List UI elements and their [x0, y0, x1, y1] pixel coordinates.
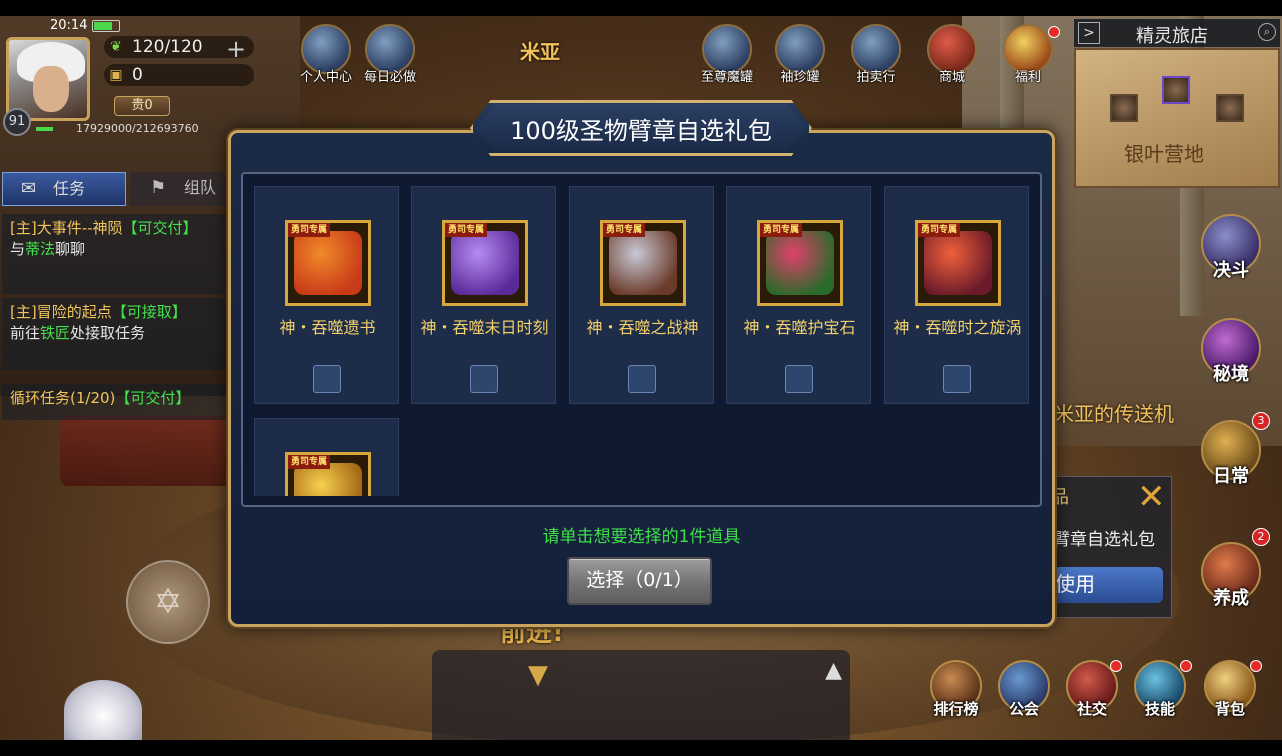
- minimap-title: 精灵旅店: [1136, 26, 1208, 47]
- item-obtained-notice: 品 ✕ 臂章自选礼包 使用: [1040, 476, 1172, 618]
- top-menu-personal-center[interactable]: 个人中心: [296, 24, 356, 85]
- bottom-letterbox: [0, 740, 1282, 756]
- select-button[interactable]: 选择（0/1）: [567, 557, 712, 605]
- vortex-crystal-icon: 勇司专属: [915, 220, 1001, 306]
- item-exclusive-tag: 勇司专属: [445, 223, 488, 237]
- minimap-header: > 精灵旅店 ⌕: [1074, 19, 1280, 47]
- side-menu-growth[interactable]: 养成: [1196, 542, 1266, 610]
- joystick[interactable]: ✡: [126, 560, 210, 644]
- gem-icon: 勇司专属: [757, 220, 843, 306]
- item-art: [766, 231, 834, 295]
- clock: 20:14: [50, 18, 88, 33]
- noble-rank-badge[interactable]: 贵0: [114, 96, 170, 116]
- item-name: 神・吞噬时之旋涡: [893, 318, 1022, 337]
- item-card[interactable]: 勇司专属 神・吞噬护宝石: [726, 186, 871, 404]
- npc-marker[interactable]: [1216, 94, 1244, 122]
- task-item[interactable]: 循环任务(1/20)【可交付】: [2, 384, 228, 420]
- close-icon[interactable]: ✕: [1137, 477, 1166, 517]
- flag-icon: ⚑: [150, 177, 167, 198]
- item-name: 神・吞噬末日时刻: [420, 318, 549, 337]
- side-menu-duel[interactable]: 决斗: [1196, 214, 1266, 282]
- task-item[interactable]: [主]冒险的起点【可接取】 前往铁匠处接取任务: [2, 298, 228, 370]
- top-menu-shop[interactable]: 商城: [922, 24, 982, 85]
- daily-badge: 3: [1252, 412, 1270, 430]
- coupon-icon: ▣: [109, 67, 123, 83]
- minimap-place-name: 银叶营地: [1124, 142, 1204, 166]
- item-exclusive-tag: 勇司专属: [918, 223, 961, 237]
- item-name: 神・吞噬遗书: [279, 318, 376, 337]
- item-exclusive-tag: 勇司专属: [760, 223, 803, 237]
- dialog-title: 100级圣物臂章自选礼包: [510, 117, 772, 145]
- top-menu-auction[interactable]: 拍卖行: [846, 24, 906, 85]
- stamina-value: 120/120: [132, 37, 203, 57]
- currency-value: 0: [132, 65, 143, 85]
- golden-relic-icon: 勇司专属: [285, 452, 371, 496]
- item-name: 神・吞噬护宝石: [743, 318, 856, 337]
- book-icon: 勇司专属: [285, 220, 371, 306]
- currency-bar: ▣ 0: [104, 64, 254, 86]
- axe-icon: 勇司专属: [600, 220, 686, 306]
- battery-icon: [92, 20, 120, 32]
- item-exclusive-tag: 勇司专属: [603, 223, 646, 237]
- exp-bar-fill: [36, 127, 53, 131]
- side-menu-daily[interactable]: 日常: [1196, 420, 1266, 488]
- map-name: 米亚: [520, 40, 560, 64]
- expand-arrow-icon[interactable]: >: [1078, 22, 1100, 44]
- item-name: 神・吞噬之战神: [586, 318, 699, 337]
- side-menu-secret-realm[interactable]: 秘境: [1196, 318, 1266, 386]
- notice-item-name: 臂章自选礼包: [1053, 530, 1155, 550]
- exp-value: 17929000/212693760: [76, 122, 199, 135]
- item-checkbox[interactable]: [943, 365, 971, 393]
- item-checkbox[interactable]: [628, 365, 656, 393]
- minimap[interactable]: 银叶营地: [1074, 48, 1280, 188]
- bottom-menu-ranking[interactable]: 排行榜: [926, 660, 986, 719]
- expand-up-icon[interactable]: ▲: [825, 658, 842, 683]
- chevron-down-icon: ▼: [528, 660, 548, 690]
- growth-badge: 2: [1252, 528, 1270, 546]
- top-letterbox: [0, 0, 1282, 16]
- add-stamina-button[interactable]: +: [226, 35, 246, 63]
- tab-task[interactable]: ✉ 任务: [2, 172, 126, 206]
- bottom-menu-guild[interactable]: 公会: [994, 660, 1054, 719]
- item-card[interactable]: 勇司专属 神・吞噬之战神: [569, 186, 714, 404]
- item-exclusive-tag: 勇司专属: [288, 455, 331, 469]
- search-icon[interactable]: ⌕: [1258, 23, 1276, 41]
- scroll-icon: ✉: [21, 178, 37, 199]
- item-card[interactable]: 勇司专属 神・吞噬末日时刻: [411, 186, 556, 404]
- item-checkbox[interactable]: [470, 365, 498, 393]
- purple-stone-icon: 勇司专属: [442, 220, 528, 306]
- item-card[interactable]: 勇司专属 神・吞噬遗书: [254, 186, 399, 404]
- notification-dot: [1250, 660, 1262, 672]
- notification-dot: [1048, 26, 1060, 38]
- stamina-icon: ❦: [110, 39, 122, 55]
- item-card[interactable]: 勇司专属 神・吞噬时之旋涡: [884, 186, 1029, 404]
- top-menu-daily-must[interactable]: 每日必做: [360, 24, 420, 85]
- player-level: 91: [3, 108, 31, 136]
- npc-marker[interactable]: [1162, 76, 1190, 104]
- item-art: [294, 231, 362, 295]
- use-button[interactable]: 使用: [1053, 567, 1163, 603]
- item-exclusive-tag: 勇司专属: [288, 223, 331, 237]
- item-card[interactable]: 勇司专属: [254, 418, 399, 496]
- notification-dot: [1110, 660, 1122, 672]
- notification-dot: [1180, 660, 1192, 672]
- item-art: [924, 231, 992, 295]
- item-checkbox[interactable]: [313, 365, 341, 393]
- item-checkbox[interactable]: [785, 365, 813, 393]
- chat-box[interactable]: ▼ ▲: [432, 650, 850, 740]
- tab-team[interactable]: ⚑ 组队: [130, 172, 230, 206]
- item-grid[interactable]: 勇司专属 神・吞噬遗书 勇司专属 神・吞噬末日时刻 勇司专属 神・吞噬之战神 勇…: [254, 186, 1034, 496]
- npc-marker[interactable]: [1110, 94, 1138, 122]
- task-item[interactable]: [主]大事件--神陨【可交付】 与蒂法聊聊: [2, 214, 228, 294]
- item-art: [451, 231, 519, 295]
- item-art: [609, 231, 677, 295]
- item-grid-panel[interactable]: 勇司专属 神・吞噬遗书 勇司专属 神・吞噬末日时刻 勇司专属 神・吞噬之战神 勇…: [241, 172, 1042, 507]
- top-menu-pocket-jar[interactable]: 袖珍罐: [770, 24, 830, 85]
- action-orb[interactable]: [64, 680, 142, 740]
- top-menu-supreme-jar[interactable]: 至尊魔罐: [692, 24, 762, 85]
- portal-label[interactable]: 米亚的传送机: [1054, 398, 1174, 427]
- selection-hint: 请单击想要选择的1件道具: [542, 527, 741, 547]
